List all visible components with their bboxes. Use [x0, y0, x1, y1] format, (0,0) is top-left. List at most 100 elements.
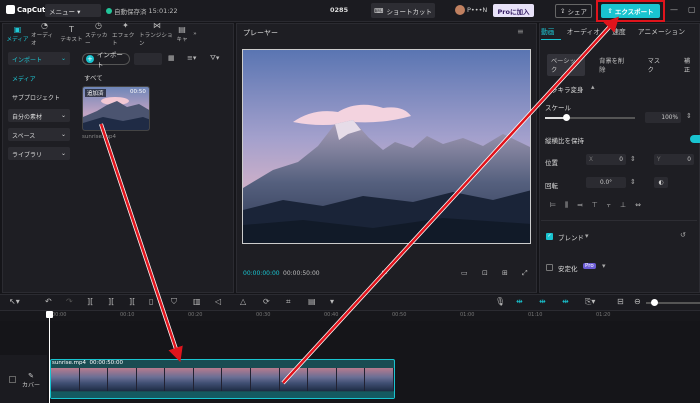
snapshot-icon[interactable]: ⊡ [482, 269, 488, 277]
tab-speed[interactable]: 速度 [612, 26, 626, 36]
undo-icon[interactable]: ↶ [45, 297, 52, 306]
import-button[interactable]: + インポート [82, 51, 130, 69]
sidebar-item-import[interactable]: インポート ⌄ [8, 52, 70, 65]
playhead-handle[interactable] [46, 311, 53, 318]
sidebar-item-library[interactable]: ライブラリ ⌄ [8, 147, 70, 160]
user-name[interactable]: P•••N [467, 6, 487, 14]
auto-snap-icon[interactable]: ⇹ [539, 297, 546, 306]
tab-text[interactable]: T テキスト [58, 23, 85, 45]
position-x-value: 0 [619, 156, 623, 163]
align-right-icon[interactable]: ⫤ [577, 201, 582, 210]
timeline-ruler[interactable] [0, 311, 700, 321]
track-lock-icon[interactable] [9, 376, 16, 383]
reverse-icon[interactable]: ◁ [215, 297, 221, 306]
freeze-icon[interactable]: ▥ [193, 297, 201, 306]
crop-icon[interactable]: ⌗ [286, 297, 291, 307]
mirror-icon[interactable]: △ [240, 297, 246, 306]
mic-icon[interactable]: 🎙 [495, 297, 505, 306]
subtab-basic[interactable]: ベーシック [547, 54, 586, 76]
cover-button[interactable]: ✎ カバー [22, 372, 40, 389]
align-top-icon[interactable]: ⊤ [592, 201, 598, 210]
linkage-icon[interactable]: ⇹ [562, 297, 569, 306]
plus-icon: + [86, 55, 94, 63]
minimize-icon[interactable]: — [670, 5, 678, 14]
align-center-h-icon[interactable]: ⫼ [565, 201, 568, 210]
tab-media[interactable]: ▣ メディア [4, 23, 31, 45]
main-track-link-icon[interactable]: ⇹ [516, 297, 523, 306]
menu-button[interactable]: メニュー ▾ [45, 4, 101, 17]
position-x-input[interactable]: X0 [586, 154, 626, 165]
redo-icon[interactable]: ↷ [66, 297, 73, 306]
keep-ratio-toggle[interactable] [690, 135, 700, 143]
sidebar-item-space[interactable]: スペース ⌄ [8, 128, 70, 141]
video-preview[interactable] [242, 49, 531, 244]
autosave-status: 自動保存済 15:01:22 [106, 6, 178, 16]
preview-axis-icon[interactable]: ⎘▾ [585, 297, 595, 307]
zoom-fit-icon[interactable]: ⊞ [502, 269, 508, 277]
search-input[interactable] [134, 53, 162, 65]
subtab-adjust[interactable]: 補正 [680, 54, 700, 76]
subtab-remove-bg[interactable]: 背景を削除 [595, 54, 633, 76]
more-icon[interactable]: ▾ [330, 297, 334, 306]
stepper-icon[interactable]: ⇕ [630, 178, 636, 186]
tab-caption[interactable]: ▤ キャ [175, 23, 189, 45]
stepper-icon[interactable]: ⇕ [686, 112, 692, 120]
tab-transition[interactable]: ⋈ トランジション [139, 21, 175, 47]
shortcut-button[interactable]: ⌨ ショートカット [371, 3, 435, 18]
chevron-down-icon[interactable]: ▾ [585, 232, 589, 240]
chevron-up-icon[interactable]: ▴ [591, 83, 595, 91]
tab-label: エフェクト [112, 32, 135, 47]
tab-animation[interactable]: アニメーション [638, 26, 685, 36]
tab-effect[interactable]: ✦ エフェクト [112, 21, 139, 47]
sort-icon[interactable]: ≡▾ [187, 54, 196, 62]
rotate-input[interactable]: 0.0° [586, 177, 626, 188]
delete-icon[interactable]: ▯ [149, 297, 153, 306]
reset-icon[interactable]: ↺ [680, 231, 686, 239]
ratio-icon[interactable]: ▭ [461, 269, 468, 277]
player-menu-icon[interactable]: ≡ [517, 27, 524, 36]
zoom-out-icon[interactable]: ⊖ [634, 297, 641, 306]
tab-sticker[interactable]: ◷ ステッカー [85, 21, 112, 47]
split-icon[interactable]: ][ [87, 297, 93, 306]
fullscreen-icon[interactable]: ⤢ [522, 269, 528, 278]
tab-video[interactable]: 動画 [541, 26, 555, 36]
avatar[interactable] [455, 5, 465, 15]
playhead[interactable] [49, 311, 50, 403]
align-left-icon[interactable]: ⊨ [550, 201, 556, 210]
select-cursor-icon[interactable]: ↖▾ [9, 297, 20, 306]
project-title[interactable]: 0285 [330, 6, 348, 14]
zoom-slider-handle[interactable] [651, 299, 658, 306]
scale-input[interactable]: 100% [645, 112, 681, 123]
filter-icon[interactable]: ⛛▾ [210, 54, 219, 63]
subtab-mask[interactable]: マスク [644, 54, 670, 76]
sidebar-item-my-assets[interactable]: 自分の素材 ⌄ [8, 109, 70, 122]
rotate-dial[interactable]: ◐ [654, 177, 668, 188]
split-right-icon[interactable]: ][ [129, 297, 135, 306]
blend-checkbox[interactable]: ✓ [546, 233, 553, 240]
tab-audio-settings[interactable]: オーディオ [567, 26, 601, 36]
align-middle-icon[interactable]: ⫟ [607, 201, 611, 210]
chevron-down-icon[interactable]: ▾ [602, 262, 606, 270]
scale-slider-handle[interactable] [563, 114, 570, 121]
pro-subscribe-button[interactable]: Proに加入 [493, 4, 534, 17]
split-left-icon[interactable]: ][ [108, 297, 114, 306]
tab-label: トランジション [139, 32, 173, 47]
rotate-icon[interactable]: ⟳ [263, 297, 270, 306]
flip-icon[interactable]: ⇔ [635, 201, 641, 210]
stabilize-checkbox[interactable] [546, 264, 553, 271]
share-button[interactable]: ⇪ シェア [555, 4, 592, 18]
sidebar-item-media[interactable]: メディア [8, 71, 70, 84]
grid-view-icon[interactable]: ▦ [168, 54, 175, 62]
fit-timeline-icon[interactable]: ⊟ [617, 297, 624, 306]
mark-icon[interactable]: ⛉ [171, 297, 177, 307]
tab-audio[interactable]: ◔ オーディオ [31, 21, 58, 47]
more-tabs-icon[interactable]: » [189, 23, 201, 45]
sidebar-item-subproject[interactable]: サブプロジェクト [8, 90, 70, 103]
maximize-icon[interactable]: ▢ [688, 5, 696, 14]
align-bottom-icon[interactable]: ⊥ [620, 201, 626, 210]
play-icon[interactable]: ▶ [382, 269, 387, 277]
share-label: シェア [567, 8, 587, 16]
position-y-input[interactable]: Y0 [654, 154, 694, 165]
stepper-icon[interactable]: ⇕ [630, 155, 636, 163]
caption-edit-icon[interactable]: ▤ [308, 297, 316, 306]
